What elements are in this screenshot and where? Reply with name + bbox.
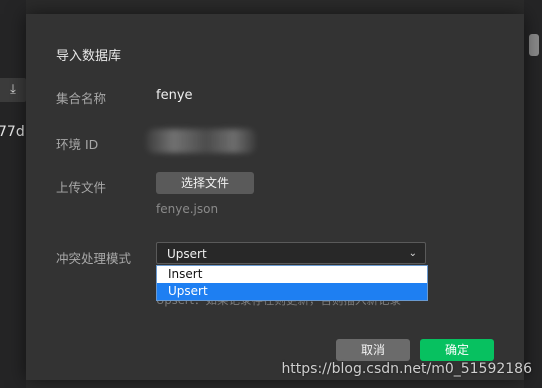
- confirm-button[interactable]: 确定: [420, 339, 494, 361]
- choose-file-button[interactable]: 选择文件: [156, 172, 254, 194]
- background-panel-right: [524, 0, 542, 388]
- conflict-mode-select[interactable]: Upsert ⌄: [156, 242, 426, 264]
- watermark: https://blog.csdn.net/m0_51592186: [281, 361, 532, 377]
- download-button[interactable]: ⤓: [0, 78, 26, 102]
- dialog-title: 导入数据库: [56, 49, 122, 64]
- conflict-mode-dropdown: Insert Upsert: [156, 265, 428, 301]
- environment-id-label: 环境 ID: [56, 137, 99, 152]
- chevron-down-icon: ⌄: [408, 248, 417, 259]
- upload-file-label: 上传文件: [56, 180, 107, 195]
- collection-name-label: 集合名称: [56, 91, 107, 106]
- environment-id-value-redacted: [146, 129, 256, 153]
- cancel-button[interactable]: 取消: [336, 339, 410, 361]
- conflict-mode-selected-value: Upsert: [167, 247, 207, 261]
- background-id-fragment: 77d: [0, 124, 25, 140]
- import-database-dialog: 导入数据库 集合名称 fenye 环境 ID 上传文件 选择文件 fenye.j…: [26, 14, 524, 380]
- collection-name-value: fenye: [156, 88, 193, 103]
- option-insert[interactable]: Insert: [157, 266, 427, 283]
- option-upsert[interactable]: Upsert: [157, 283, 427, 300]
- selected-file-name: fenye.json: [156, 202, 219, 216]
- download-icon: ⤓: [10, 82, 16, 97]
- scrollbar-thumb[interactable]: [529, 34, 539, 56]
- background-panel-left: [0, 0, 26, 388]
- conflict-mode-label: 冲突处理模式: [56, 251, 132, 266]
